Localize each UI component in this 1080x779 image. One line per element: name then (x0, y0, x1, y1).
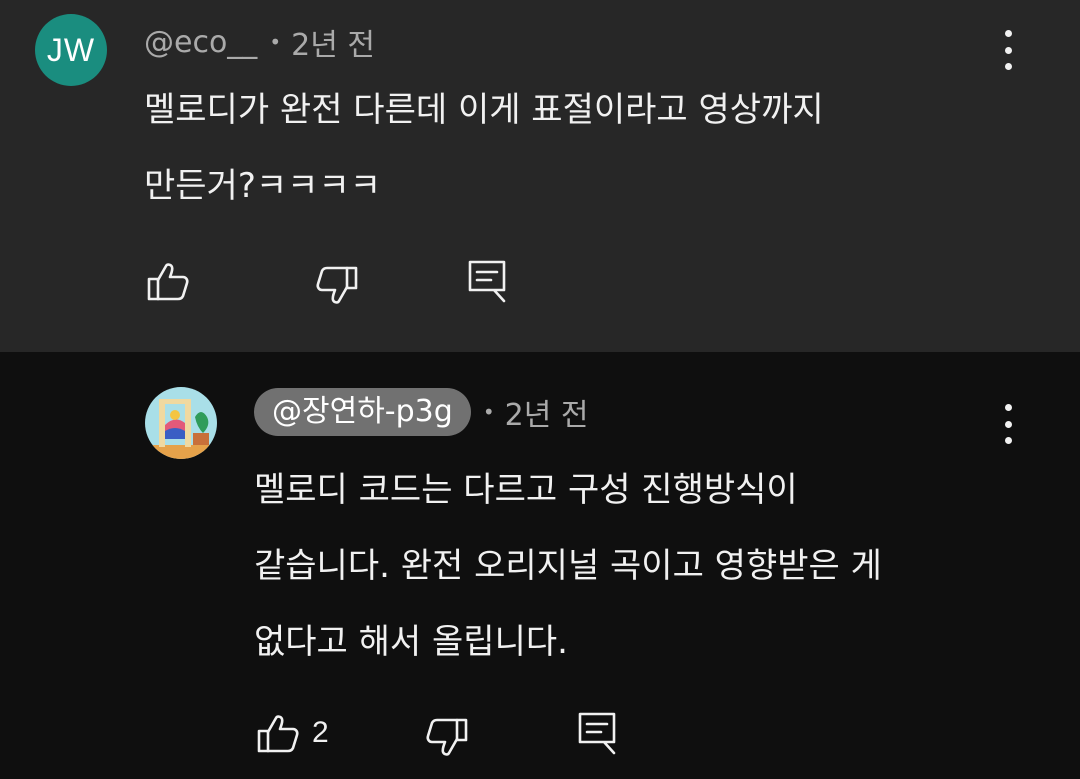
parent-comment: JW @eco__ • 2년 전 멜로디가 완전 다른데 이게 표절이라고 영상… (0, 0, 1080, 352)
comment-meta: @eco__ • 2년 전 (144, 20, 375, 64)
comment-text-line: 만든거?ㅋㅋㅋㅋ (144, 166, 382, 206)
separator-dot: • (269, 30, 282, 54)
more-vertical-icon[interactable] (1002, 30, 1014, 70)
reply-icon[interactable] (574, 710, 620, 756)
comment-text-line: 멜로디가 완전 다른데 이게 표절이라고 영상까지 (144, 90, 824, 130)
comment-text-line: 같습니다. 완전 오리지널 곡이고 영향받은 게 (254, 546, 882, 586)
thumbs-up-icon[interactable] (145, 259, 191, 305)
more-vertical-icon[interactable] (1002, 404, 1014, 444)
avatar[interactable] (145, 387, 217, 459)
comment-time: 2년 전 (504, 398, 589, 433)
thumbs-down-icon[interactable] (314, 262, 360, 308)
comment-text-line: 없다고 해서 올립니다. (254, 622, 568, 662)
comment-text-line: 멜로디 코드는 다르고 구성 진행방식이 (254, 470, 798, 510)
thumbs-down-icon[interactable] (424, 714, 470, 760)
author-handle[interactable]: @eco__ (144, 25, 257, 60)
comment-meta: @장연하-p3g • 2년 전 (254, 388, 588, 436)
separator-dot: • (482, 400, 495, 424)
avatar[interactable]: JW (35, 14, 107, 86)
like-count: 2 (312, 716, 329, 749)
comment-time: 2년 전 (291, 28, 375, 63)
comment-text: 멜로디 코드는 다르고 구성 진행방식이 같습니다. 완전 오리지널 곡이고 영… (254, 452, 882, 680)
comment-text: 멜로디가 완전 다른데 이게 표절이라고 영상까지 만든거?ㅋㅋㅋㅋ (144, 72, 824, 224)
reply-comment: @장연하-p3g • 2년 전 멜로디 코드는 다르고 구성 진행방식이 같습니… (0, 352, 1080, 779)
thumbs-up-icon[interactable] (255, 711, 301, 757)
reply-icon[interactable] (464, 258, 510, 304)
avatar-initials: JW (46, 31, 96, 68)
author-handle[interactable]: @장연하-p3g (254, 388, 471, 436)
